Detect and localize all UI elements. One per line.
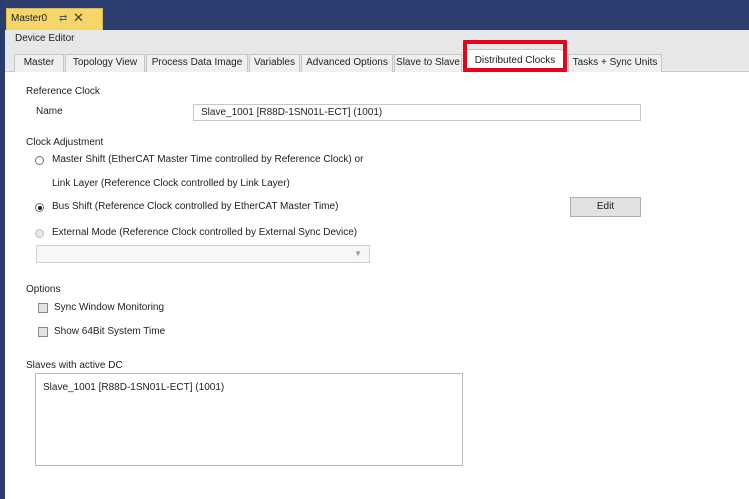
- close-icon[interactable]: ✕: [73, 10, 84, 26]
- tab-advanced-options[interactable]: Advanced Options: [301, 54, 393, 72]
- show-64bit-time-checkbox[interactable]: [38, 327, 48, 337]
- tab-process-data-image[interactable]: Process Data Image: [146, 54, 248, 72]
- master-shift-label-cont: Link Layer (Reference Clock controlled b…: [52, 178, 290, 189]
- tab-topology-view[interactable]: Topology View: [65, 54, 145, 72]
- sync-window-monitoring-checkbox[interactable]: [38, 303, 48, 313]
- external-mode-label: External Mode (Reference Clock controlle…: [52, 227, 358, 238]
- slaves-with-dc-heading: Slaves with active DC: [26, 360, 123, 371]
- edit-button[interactable]: Edit: [570, 197, 641, 217]
- bus-shift-radio[interactable]: [35, 203, 44, 212]
- master-shift-radio[interactable]: [35, 156, 44, 165]
- clock-adjustment-heading: Clock Adjustment: [26, 137, 104, 148]
- external-sync-select[interactable]: ▼: [36, 245, 370, 263]
- tab-variables[interactable]: Variables: [249, 54, 300, 72]
- document-tab-bar: [5, 0, 749, 30]
- highlight-annotation-box: [463, 40, 567, 72]
- editor-title: Device Editor: [15, 33, 75, 44]
- document-tab-master0[interactable]: Master0 ⇄ ✕: [6, 8, 103, 30]
- list-item[interactable]: Slave_1001 [R88D-1SN01L-ECT] (1001): [43, 382, 224, 393]
- slaves-with-dc-list[interactable]: Slave_1001 [R88D-1SN01L-ECT] (1001): [35, 373, 463, 466]
- sync-window-monitoring-label: Sync Window Monitoring: [54, 302, 165, 313]
- bus-shift-label: Bus Shift (Reference Clock controlled by…: [52, 201, 339, 212]
- tab-slave-to-slave[interactable]: Slave to Slave: [394, 54, 462, 72]
- reference-clock-heading: Reference Clock: [26, 86, 100, 97]
- tab-tasks-sync-units[interactable]: Tasks + Sync Units: [568, 54, 662, 72]
- options-heading: Options: [26, 284, 61, 295]
- tab-master[interactable]: Master: [14, 54, 64, 72]
- show-64bit-time-label: Show 64Bit System Time: [54, 326, 166, 337]
- pin-icon[interactable]: ⇄: [59, 13, 67, 24]
- tab-strip: Master Topology View Process Data Image …: [5, 48, 749, 72]
- chevron-down-icon: ▼: [354, 249, 362, 258]
- external-mode-radio[interactable]: [35, 229, 44, 238]
- left-frame-strip: [0, 0, 5, 499]
- reference-clock-name-field[interactable]: Slave_1001 [R88D-1SN01L-ECT] (1001): [193, 104, 641, 121]
- master-shift-label: Master Shift (EtherCAT Master Time contr…: [52, 154, 364, 165]
- name-label: Name: [36, 106, 63, 117]
- document-tab-label: Master0: [11, 13, 48, 24]
- editor-header: Device Editor: [5, 30, 749, 48]
